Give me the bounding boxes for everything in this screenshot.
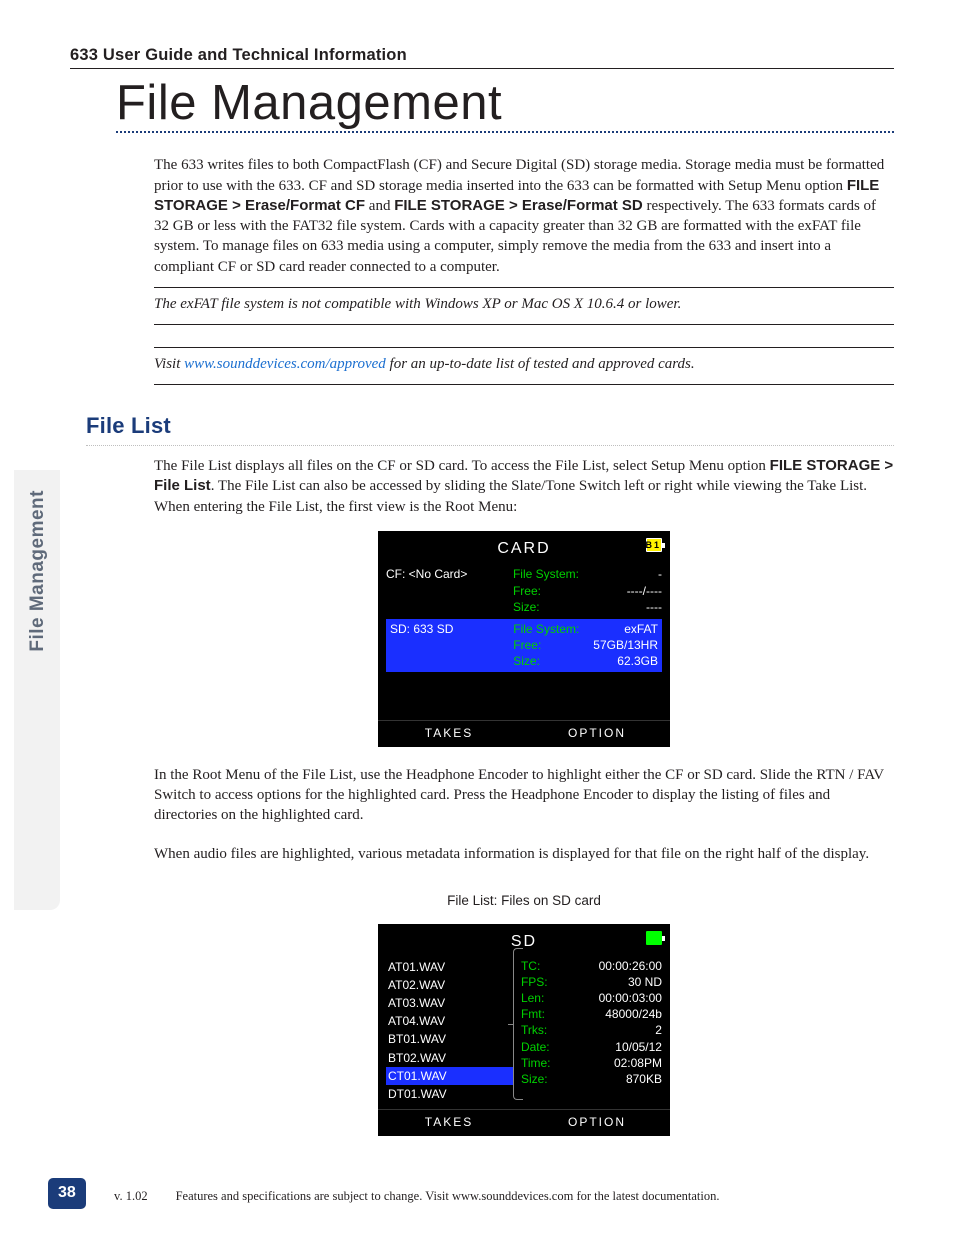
file-list-body: The File List displays all files on the … (154, 456, 894, 1136)
page-header: 633 User Guide and Technical Information (70, 44, 894, 69)
page-number-badge: 38 (48, 1178, 86, 1209)
bracket-icon (513, 948, 523, 1100)
chapter-title: File Management (116, 78, 894, 133)
metadata-row: Fmt:48000/24b (521, 1006, 662, 1022)
metadata-row: TC:00:00:26:00 (521, 958, 662, 974)
lcd-card-root: CARD B1 CF: <No Card> File System:- Free… (378, 531, 670, 747)
metadata-row: Size:870KB (521, 1071, 662, 1087)
file-entry: AT03.WAV (386, 994, 513, 1012)
side-tab: File Management (14, 470, 60, 910)
lcd-body: CF: <No Card> File System:- Free:----/--… (378, 562, 670, 719)
file-entry: DT01.WAV (386, 1085, 513, 1103)
file-list-intro: The File List displays all files on the … (154, 456, 894, 517)
metadata-row: Len:00:00:03:00 (521, 990, 662, 1006)
lcd-caption: File List: Files on SD card (154, 892, 894, 910)
file-entry: AT02.WAV (386, 976, 513, 994)
body-text: The 633 writes files to both CompactFlas… (154, 155, 894, 385)
battery-icon (646, 931, 662, 945)
lcd-footer: TAKES OPTION (378, 1109, 670, 1136)
file-metadata-column: TC:00:00:26:00FPS:30 NDLen:00:00:03:00Fm… (513, 958, 662, 1104)
lcd-body: AT01.WAVAT02.WAVAT03.WAVAT04.WAVBT01.WAV… (378, 956, 670, 1110)
metadata-row: Time:02:08PM (521, 1055, 662, 1071)
note-exfat: The exFAT file system is not compatible … (154, 294, 894, 314)
divider (154, 287, 894, 288)
metadata-explain: When audio files are highlighted, variou… (154, 844, 894, 864)
lcd-sd-file-list: SD AT01.WAVAT02.WAVAT03.WAVAT04.WAVBT01.… (378, 924, 670, 1136)
section-underline (86, 445, 894, 446)
root-menu-explain: In the Root Menu of the File List, use t… (154, 765, 894, 826)
page-footer: v. 1.02Features and specifications are s… (114, 1188, 894, 1205)
file-entry: AT01.WAV (386, 958, 513, 976)
lcd-footer-option: OPTION (524, 1110, 670, 1136)
lcd-title: SD (378, 924, 670, 956)
file-entry: BT01.WAV (386, 1030, 513, 1048)
lcd-title: CARD B1 (378, 531, 670, 563)
card-entry-sd-selected: SD: 633 SD File System:exFAT Free:57GB/1… (386, 619, 662, 672)
intro-paragraph: The 633 writes files to both CompactFlas… (154, 155, 894, 277)
note-approved-cards: Visit www.sounddevices.com/approved for … (154, 354, 894, 374)
section-heading-file-list: File List (86, 411, 894, 441)
file-list-column: AT01.WAVAT02.WAVAT03.WAVAT04.WAVBT01.WAV… (386, 958, 513, 1104)
battery-label: B1 (645, 539, 661, 551)
divider (154, 384, 894, 385)
metadata-row: Date:10/05/12 (521, 1039, 662, 1055)
file-entry: AT04.WAV (386, 1012, 513, 1030)
lcd-footer-takes: TAKES (378, 721, 524, 747)
side-tab-label: File Management (25, 490, 51, 652)
approved-cards-link[interactable]: www.sounddevices.com/approved (184, 356, 386, 372)
menu-path-format-sd: FILE STORAGE > Erase/Format SD (394, 197, 643, 214)
divider (154, 347, 894, 348)
file-entry: BT02.WAV (386, 1049, 513, 1067)
file-entry: CT01.WAV (386, 1067, 513, 1085)
card-entry-cf: CF: <No Card> File System:- Free:----/--… (386, 562, 662, 619)
lcd-footer-takes: TAKES (378, 1110, 524, 1136)
divider (154, 324, 894, 325)
lcd-footer: TAKES OPTION (378, 720, 670, 747)
page-content: File Management The 633 writes files to … (70, 78, 894, 1154)
lcd-footer-option: OPTION (524, 721, 670, 747)
metadata-row: FPS:30 ND (521, 974, 662, 990)
metadata-row: Trks:2 (521, 1022, 662, 1038)
